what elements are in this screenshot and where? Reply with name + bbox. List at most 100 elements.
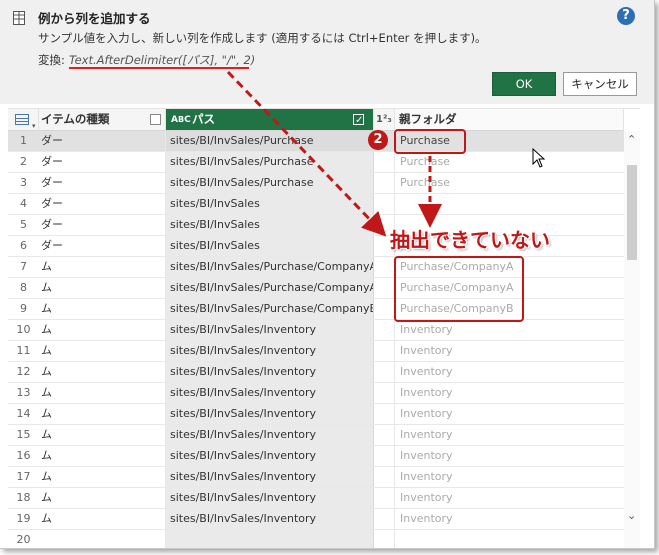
- cell-number-column: [374, 383, 395, 403]
- cell-number-column: [374, 278, 395, 298]
- row-number: 19: [16, 512, 31, 525]
- cell-new-column[interactable]: Inventory: [395, 362, 624, 382]
- table-row[interactable]: 20: [8, 530, 624, 548]
- table-row[interactable]: 17 ム sites/BI/InvSales/Inventory Inventory: [8, 467, 624, 488]
- column-include-checkbox-checked[interactable]: [353, 110, 364, 131]
- cell-new-column[interactable]: Inventory: [395, 341, 624, 361]
- cell-path: sites/BI/InvSales/Purchase: [166, 173, 374, 193]
- column-header-new-label[interactable]: 親フォルダ: [399, 112, 457, 126]
- row-number: 12: [16, 365, 31, 378]
- number-type-icon: 1²₃: [376, 114, 392, 125]
- table-row[interactable]: 4 ダー sites/BI/InvSales: [8, 194, 624, 215]
- row-number: 9: [20, 302, 27, 315]
- table-row[interactable]: 9 ム sites/BI/InvSales/Purchase/CompanyB Pur…: [8, 299, 624, 320]
- cell-path: sites/BI/InvSales/Purchase: [166, 152, 374, 172]
- row-number: 17: [16, 470, 31, 483]
- chevron-down-icon[interactable]: ⌄: [627, 509, 636, 522]
- cell-new-column[interactable]: Inventory: [395, 383, 624, 403]
- row-number: 10: [16, 323, 31, 336]
- cell-new-column[interactable]: Inventory: [395, 488, 624, 508]
- help-icon[interactable]: ?: [617, 7, 635, 25]
- column-include-checkbox[interactable]: [150, 114, 161, 125]
- cell-item-type: ダー: [39, 173, 166, 193]
- column-header-new-column[interactable]: 親フォルダ: [395, 109, 624, 131]
- table-row[interactable]: 19 ム sites/BI/InvSales/Inventory Inventory: [8, 509, 624, 530]
- row-number: 20: [16, 533, 31, 546]
- table-row[interactable]: 18 ム sites/BI/InvSales/Inventory Inventory: [8, 488, 624, 509]
- table-row[interactable]: 14 ム sites/BI/InvSales/Inventory Inventory: [8, 404, 624, 425]
- cell-number-column: [374, 341, 395, 361]
- cell-path: sites/BI/InvSales/Inventory: [166, 404, 374, 424]
- table-row[interactable]: 15 ム sites/BI/InvSales/Inventory Inventory: [8, 425, 624, 446]
- cell-item-type: [39, 530, 166, 548]
- cell-path: sites/BI/InvSales/Inventory: [166, 341, 374, 361]
- cell-item-type: ダー: [39, 131, 166, 151]
- column-header-path[interactable]: ABC パス: [166, 109, 374, 131]
- cell-new-column[interactable]: Inventory: [395, 404, 624, 424]
- row-number: 16: [16, 449, 31, 462]
- cancel-button[interactable]: キャンセル: [563, 72, 637, 96]
- table-row[interactable]: 16 ム sites/BI/InvSales/Inventory Inventory: [8, 446, 624, 467]
- cell-path: sites/BI/InvSales: [166, 215, 374, 235]
- table-row[interactable]: 3 ダー sites/BI/InvSales/Purchase Purchase: [8, 173, 624, 194]
- cell-item-type: ム: [39, 404, 166, 424]
- row-number: 18: [16, 491, 31, 504]
- cell-new-column[interactable]: [395, 194, 624, 214]
- cell-new-column[interactable]: [395, 530, 624, 548]
- table-row[interactable]: 12 ム sites/BI/InvSales/Inventory Inventory: [8, 362, 624, 383]
- cell-item-type: ダー: [39, 215, 166, 235]
- cell-item-type: ム: [39, 509, 166, 529]
- cell-item-type: ム: [39, 467, 166, 487]
- cell-number-column: [374, 404, 395, 424]
- cell-path: sites/BI/InvSales/Inventory: [166, 425, 374, 445]
- cell-number-column: [374, 509, 395, 529]
- cell-path: sites/BI/InvSales/Purchase/CompanyB: [166, 299, 374, 319]
- cell-new-column[interactable]: Purchase: [395, 152, 624, 172]
- dialog-title: 例から列を追加する: [38, 11, 151, 26]
- cell-number-column: [374, 362, 395, 382]
- cell-item-type: ダー: [39, 152, 166, 172]
- cell-new-column[interactable]: Inventory: [395, 446, 624, 466]
- cell-item-type: ダー: [39, 236, 166, 256]
- row-number: 14: [16, 407, 31, 420]
- cell-item-type: ム: [39, 341, 166, 361]
- step-marker: 2: [368, 130, 388, 150]
- instruction-panel: 例から列を追加する サンプル値を入力し、新しい列を作成します (適用するには C…: [0, 0, 654, 104]
- formula-underline-mark: [69, 67, 249, 69]
- row-number: 15: [16, 428, 31, 441]
- table-row[interactable]: 8 ム sites/BI/InvSales/Purchase/CompanyA Pur…: [8, 278, 624, 299]
- table-row[interactable]: 10 ム sites/BI/InvSales/Inventory Inventory: [8, 320, 624, 341]
- highlight-box-purchase: [394, 129, 466, 154]
- table-menu-header[interactable]: ▾: [8, 109, 39, 131]
- cell-path: sites/BI/InvSales/Purchase/CompanyA: [166, 278, 374, 298]
- ok-button[interactable]: OK: [492, 72, 556, 96]
- row-number: 8: [20, 281, 27, 294]
- cell-number-column: [374, 257, 395, 277]
- column-header-item-type[interactable]: イテムの種類: [39, 109, 166, 131]
- table-row[interactable]: 13 ム sites/BI/InvSales/Inventory Inventory: [8, 383, 624, 404]
- scrollbar-thumb[interactable]: [627, 165, 637, 260]
- table-row[interactable]: 7 ム sites/BI/InvSales/Purchase/CompanyA Pur…: [8, 257, 624, 278]
- row-number: 11: [16, 344, 31, 357]
- cell-path: [166, 530, 374, 548]
- vertical-scrollbar[interactable]: ⌃ ⌄: [624, 131, 640, 548]
- cell-path: sites/BI/InvSales/Inventory: [166, 383, 374, 403]
- table-row[interactable]: 11 ム sites/BI/InvSales/Inventory Inventory: [8, 341, 624, 362]
- cell-number-column: [374, 152, 395, 172]
- cell-new-column[interactable]: Purchase: [395, 173, 624, 193]
- transform-label: 変換:: [38, 53, 65, 67]
- cell-new-column[interactable]: Inventory: [395, 467, 624, 487]
- cell-item-type: ム: [39, 278, 166, 298]
- text-type-icon: ABC: [171, 115, 191, 125]
- column-header-number-type[interactable]: 1²₃: [374, 109, 395, 131]
- cell-number-column: [374, 299, 395, 319]
- cell-item-type: ム: [39, 383, 166, 403]
- column-header-item-type-label: イテムの種類: [41, 112, 110, 126]
- cell-new-column[interactable]: Inventory: [395, 320, 624, 340]
- cell-item-type: ム: [39, 446, 166, 466]
- cell-number-column: [374, 446, 395, 466]
- table-icon[interactable]: [15, 114, 29, 125]
- cell-new-column[interactable]: Inventory: [395, 509, 624, 529]
- cell-new-column[interactable]: Inventory: [395, 425, 624, 445]
- chevron-up-icon[interactable]: ⌃: [627, 133, 636, 146]
